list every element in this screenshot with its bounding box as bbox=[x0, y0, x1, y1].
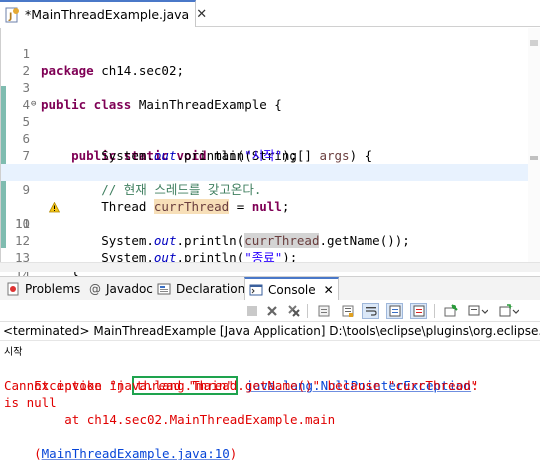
code-line-3: 3 public class MainThreadExample { bbox=[22, 80, 282, 112]
bottom-view-tabs: Problems @ Javadoc Declaration Console ✕ bbox=[0, 276, 540, 301]
display-console-dropdown[interactable] bbox=[467, 303, 489, 319]
clear-console-icon[interactable] bbox=[315, 303, 332, 319]
warning-icon[interactable] bbox=[4, 183, 61, 213]
show-on-error-icon[interactable] bbox=[410, 303, 427, 319]
open-console-dropdown[interactable]: + bbox=[498, 303, 520, 319]
console-icon bbox=[249, 283, 263, 297]
tab-console[interactable]: Console ✕ bbox=[244, 277, 339, 301]
console-toolbar: + bbox=[0, 300, 540, 322]
editor-tab-bar: J *MainThreadExample.java ✕ bbox=[0, 0, 540, 27]
terminate-icon[interactable] bbox=[243, 303, 260, 319]
code-line-2: 2 bbox=[22, 63, 30, 78]
remove-all-terminated-icon[interactable] bbox=[285, 303, 302, 319]
console-output[interactable]: 시작 Exception in thread "main" java.lang.… bbox=[0, 340, 540, 460]
code-line-1: 1 package ch14.sec02; bbox=[22, 46, 184, 78]
close-icon[interactable]: ✕ bbox=[324, 283, 334, 297]
svg-text:+: + bbox=[508, 304, 513, 311]
stdout-line: 시작 bbox=[4, 347, 23, 358]
editor-tab-label: *MainThreadExample.java bbox=[25, 7, 190, 22]
exception-message-line-1: Cannot invoke "java.lang.Thread.getName(… bbox=[4, 378, 479, 393]
tab-problems[interactable]: Problems bbox=[6, 277, 80, 301]
code-line-8: 8 // 현재 스레드를 갖고온다. bbox=[22, 165, 262, 197]
code-line-13: 13 } bbox=[14, 250, 79, 282]
java-file-icon: J bbox=[4, 7, 20, 23]
code-line-4: 4 bbox=[22, 97, 30, 112]
tab-javadoc[interactable]: @ Javadoc bbox=[89, 277, 153, 301]
code-line-5: 5 ⊖ public static void main(String[] arg… bbox=[1, 96, 529, 163]
stack-trace-location: (MainThreadExample.java:10) bbox=[34, 446, 238, 460]
svg-text:J: J bbox=[8, 12, 12, 22]
at-icon: @ bbox=[89, 282, 101, 296]
editor-horizontal-scrollbar[interactable] bbox=[0, 262, 540, 272]
editor-vertical-scrollbar[interactable] bbox=[528, 28, 540, 268]
editor-tab-mainthreadexample[interactable]: J *MainThreadExample.java ✕ bbox=[0, 0, 207, 27]
tab-declaration[interactable]: Declaration bbox=[157, 277, 245, 301]
scroll-lock-icon[interactable] bbox=[339, 303, 356, 319]
source-location-link[interactable]: MainThreadExample.java:10 bbox=[42, 446, 230, 460]
code-line-10: 10 System.out.println(currThread.getName… bbox=[1, 181, 529, 248]
declaration-icon bbox=[157, 282, 171, 296]
remove-launch-icon[interactable] bbox=[263, 303, 280, 319]
exception-line: Exception in thread "main" java.lang.Nul… bbox=[34, 376, 479, 395]
fold-collapse-icon[interactable]: ⊖ bbox=[31, 96, 36, 113]
code-line-9: 9 Thread currThread = null; bbox=[1, 164, 529, 214]
close-icon[interactable]: ✕ bbox=[196, 7, 207, 22]
code-editor[interactable]: 1 package ch14.sec02; 2 3 public class M… bbox=[0, 28, 540, 316]
exception-message-line-2: is null bbox=[4, 395, 57, 410]
word-wrap-icon[interactable] bbox=[362, 303, 379, 319]
code-line-7: 7 bbox=[22, 148, 30, 163]
code-line-6: 6 System.out.println("시작"); bbox=[22, 131, 298, 163]
terminated-label: <terminated> MainThreadExample [Java App… bbox=[3, 324, 540, 338]
show-on-output-icon[interactable] bbox=[386, 303, 403, 319]
stack-trace-line: at ch14.sec02.MainThreadExample.main bbox=[4, 412, 336, 427]
pin-console-icon[interactable] bbox=[442, 303, 459, 319]
code-line-12: 12 System.out.println("종료"); bbox=[14, 233, 298, 265]
problems-icon bbox=[6, 282, 20, 296]
code-line-11: 11 bbox=[14, 216, 30, 231]
